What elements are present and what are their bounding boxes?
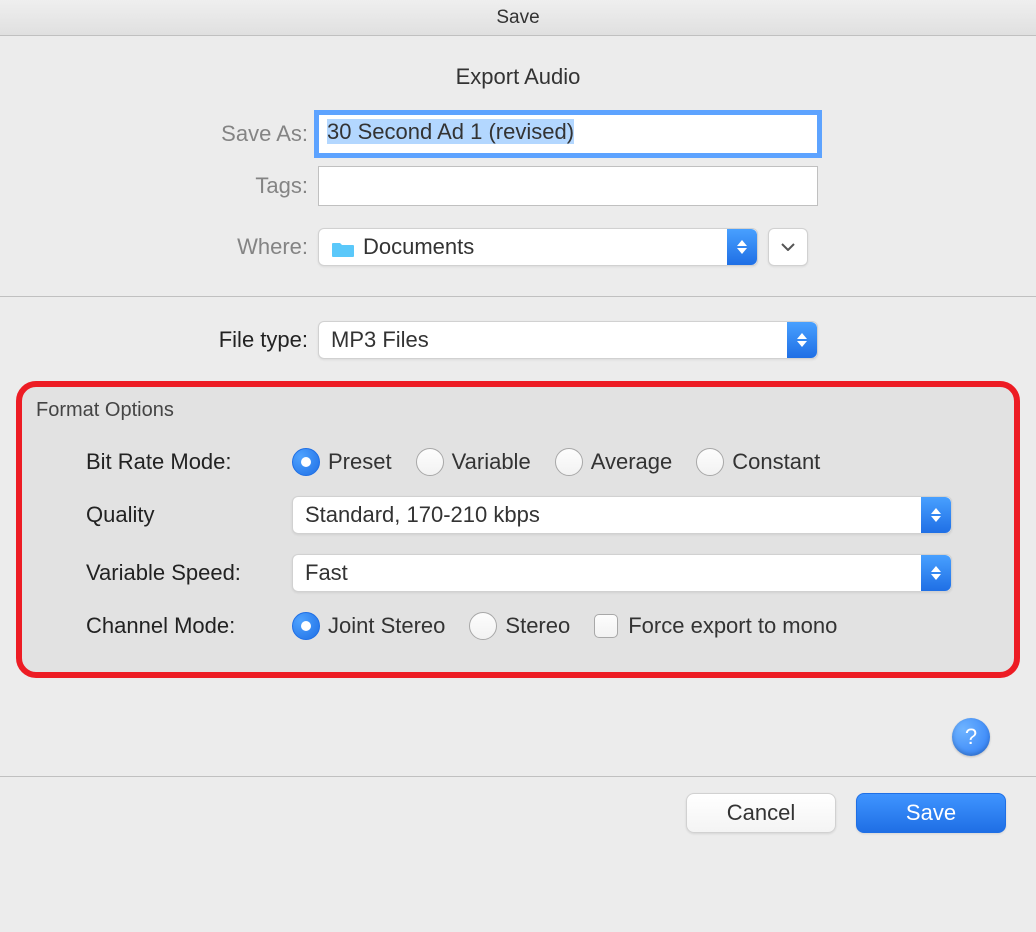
save-button[interactable]: Save — [856, 793, 1006, 833]
format-options-panel: Format Options Bit Rate Mode: Preset Var… — [16, 381, 1020, 678]
cancel-button[interactable]: Cancel — [686, 793, 836, 833]
tags-label: Tags: — [0, 173, 318, 199]
save-as-label: Save As: — [0, 121, 318, 147]
window-titlebar: Save — [0, 0, 1036, 36]
dialog-subheader: Export Audio — [0, 36, 1036, 108]
radio-icon — [416, 448, 444, 476]
where-value: Documents — [363, 234, 474, 260]
force-mono-checkbox[interactable]: Force export to mono — [594, 613, 837, 639]
filetype-value: MP3 Files — [331, 327, 429, 353]
save-as-value: 30 Second Ad 1 (revised) — [327, 119, 574, 144]
quality-label: Quality — [32, 502, 292, 528]
radio-icon — [469, 612, 497, 640]
updown-icon — [921, 497, 951, 533]
where-label: Where: — [0, 234, 318, 260]
window-title: Save — [496, 7, 539, 29]
radio-icon — [292, 448, 320, 476]
where-select[interactable]: Documents — [318, 228, 758, 266]
updown-icon — [787, 322, 817, 358]
format-options-header: Format Options — [32, 395, 1004, 438]
channel-radio-joint[interactable]: Joint Stereo — [292, 612, 445, 640]
save-form: Save As: 30 Second Ad 1 (revised) Tags: … — [0, 108, 1036, 297]
save-as-input[interactable]: 30 Second Ad 1 (revised) — [318, 114, 818, 154]
varspeed-label: Variable Speed: — [32, 560, 292, 586]
checkbox-icon — [594, 614, 618, 638]
bitrate-radio-average[interactable]: Average — [555, 448, 673, 476]
varspeed-value: Fast — [305, 560, 348, 586]
bitrate-radio-variable[interactable]: Variable — [416, 448, 531, 476]
radio-icon — [555, 448, 583, 476]
help-button[interactable]: ? — [952, 718, 990, 756]
radio-icon — [696, 448, 724, 476]
filetype-label: File type: — [0, 327, 318, 353]
folder-icon — [331, 238, 355, 256]
tags-input[interactable] — [318, 166, 818, 206]
varspeed-select[interactable]: Fast — [292, 554, 952, 592]
channel-radio-stereo[interactable]: Stereo — [469, 612, 570, 640]
quality-value: Standard, 170-210 kbps — [305, 502, 540, 528]
channel-label: Channel Mode: — [32, 613, 292, 639]
updown-icon — [921, 555, 951, 591]
dialog-footer: Cancel Save — [0, 776, 1036, 849]
bitrate-label: Bit Rate Mode: — [32, 449, 292, 475]
filetype-section: File type: MP3 Files — [0, 297, 1036, 381]
quality-select[interactable]: Standard, 170-210 kbps — [292, 496, 952, 534]
help-icon: ? — [965, 724, 977, 750]
expand-locations-button[interactable] — [768, 228, 808, 266]
radio-icon — [292, 612, 320, 640]
bitrate-radio-preset[interactable]: Preset — [292, 448, 392, 476]
filetype-select[interactable]: MP3 Files — [318, 321, 818, 359]
bitrate-radio-constant[interactable]: Constant — [696, 448, 820, 476]
chevron-down-icon — [781, 243, 795, 251]
updown-icon — [727, 229, 757, 265]
